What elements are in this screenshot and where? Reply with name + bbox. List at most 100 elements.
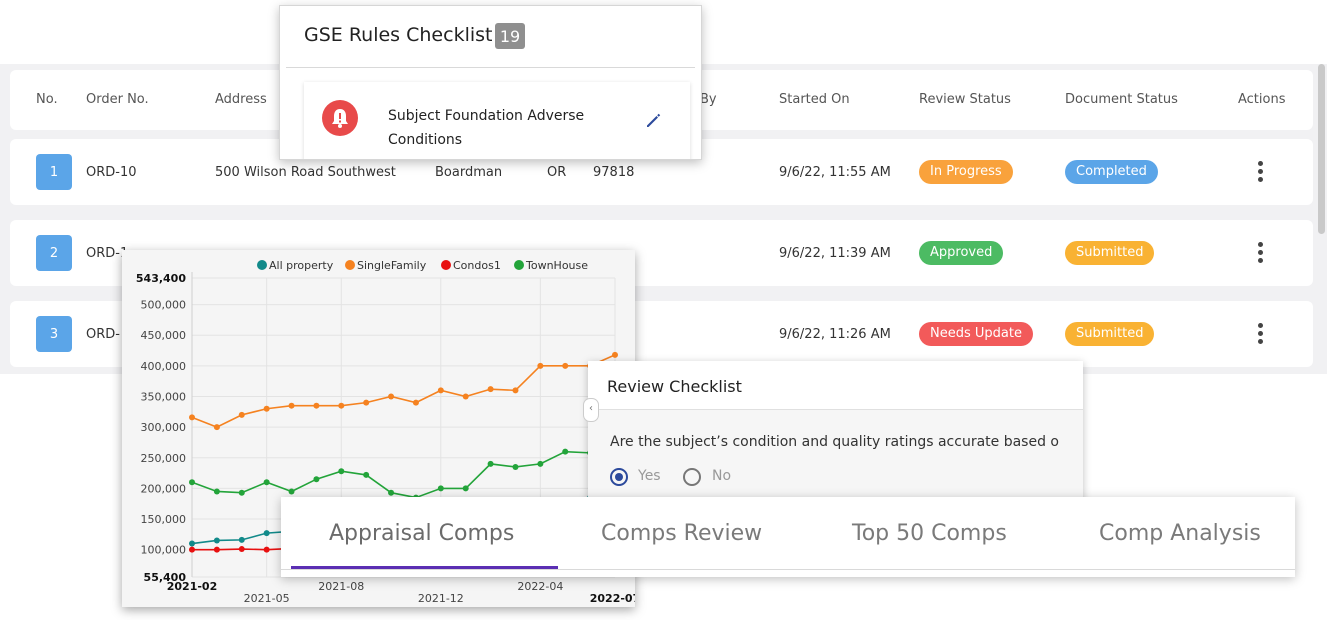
active-tab-indicator bbox=[291, 566, 558, 569]
data-point bbox=[189, 546, 195, 553]
header-order-no: Order No. bbox=[86, 92, 149, 107]
data-point bbox=[263, 546, 270, 553]
alert-bell-icon bbox=[322, 100, 358, 136]
data-point bbox=[562, 362, 569, 369]
collapse-chevron-icon[interactable]: ‹ bbox=[583, 398, 599, 422]
order-number[interactable]: ORD- bbox=[86, 327, 120, 342]
legend-marker bbox=[257, 260, 267, 270]
tab-comp-analysis[interactable]: Comp Analysis bbox=[1099, 521, 1261, 546]
header-started-on: Started On bbox=[779, 92, 850, 107]
row-actions-menu-icon[interactable] bbox=[1250, 321, 1270, 347]
data-point bbox=[363, 471, 370, 478]
data-point bbox=[388, 489, 395, 496]
data-point bbox=[189, 414, 195, 421]
document-status-badge: Completed bbox=[1065, 160, 1158, 184]
data-point bbox=[537, 460, 544, 467]
review-checklist-title: Review Checklist bbox=[607, 377, 742, 396]
data-point bbox=[213, 424, 220, 431]
order-number[interactable]: ORD-10 bbox=[86, 165, 137, 180]
header-address: Address bbox=[215, 92, 267, 107]
data-point bbox=[512, 387, 519, 394]
data-point bbox=[338, 402, 345, 409]
data-point bbox=[189, 540, 195, 547]
data-point bbox=[238, 536, 245, 543]
tab-top-50-comps[interactable]: Top 50 Comps bbox=[852, 521, 1007, 546]
started-on: 9/6/22, 11:26 AM bbox=[779, 327, 891, 342]
tab-comps-review[interactable]: Comps Review bbox=[601, 521, 762, 546]
data-point bbox=[263, 479, 270, 486]
row-number-badge: 1 bbox=[36, 154, 72, 190]
radio-no-label[interactable]: No bbox=[712, 468, 731, 484]
y-tick-label: 250,000 bbox=[141, 452, 187, 465]
data-point bbox=[487, 386, 494, 393]
document-status-badge: Submitted bbox=[1065, 241, 1155, 265]
gse-rules-checklist-panel: GSE Rules Checklist 19 Subject Foundatio… bbox=[279, 5, 702, 160]
review-status-badge: In Progress bbox=[919, 160, 1013, 184]
legend-label: Condos1 bbox=[453, 259, 501, 272]
x-tick-label: 2021-08 bbox=[318, 580, 364, 593]
data-point bbox=[412, 399, 419, 406]
y-tick-label: 500,000 bbox=[141, 299, 187, 312]
legend-marker bbox=[345, 260, 355, 270]
legend-marker bbox=[441, 260, 451, 270]
data-point bbox=[263, 530, 270, 537]
review-question-text: Are the subject’s condition and quality … bbox=[610, 434, 1059, 450]
gse-checklist-title: GSE Rules Checklist bbox=[304, 24, 493, 46]
data-point bbox=[437, 485, 444, 492]
started-on: 9/6/22, 11:55 AM bbox=[779, 165, 891, 180]
header-document-status: Document Status bbox=[1065, 92, 1178, 107]
review-status-badge: Needs Update bbox=[919, 322, 1033, 346]
review-checklist-header: Review Checklist bbox=[588, 361, 1083, 410]
x-tick-label: 2022-04 bbox=[517, 580, 563, 593]
data-point bbox=[612, 351, 618, 358]
data-point bbox=[288, 402, 295, 409]
y-tick-label: 543,400 bbox=[136, 272, 186, 285]
data-point bbox=[462, 485, 469, 492]
header-actions: Actions bbox=[1238, 92, 1286, 107]
y-tick-label: 350,000 bbox=[141, 390, 187, 403]
x-tick-label: 2022-07 bbox=[590, 592, 635, 605]
data-point bbox=[213, 537, 220, 544]
header-no: No. bbox=[36, 92, 58, 107]
x-tick-label: 2021-12 bbox=[418, 592, 464, 605]
data-point bbox=[537, 362, 544, 369]
zip: 97818 bbox=[593, 165, 635, 180]
radio-yes-label[interactable]: Yes bbox=[638, 468, 661, 484]
legend-label: All property bbox=[269, 259, 334, 272]
divider bbox=[286, 67, 695, 68]
data-point bbox=[388, 393, 395, 400]
city: Boardman bbox=[435, 165, 503, 180]
x-tick-label: 2021-02 bbox=[167, 580, 218, 593]
row-actions-menu-icon[interactable] bbox=[1250, 159, 1270, 185]
y-tick-label: 200,000 bbox=[141, 482, 187, 495]
y-tick-label: 450,000 bbox=[141, 329, 187, 342]
data-point bbox=[238, 411, 245, 418]
pencil-icon[interactable] bbox=[644, 110, 664, 130]
header-review-status: Review Status bbox=[919, 92, 1011, 107]
data-point bbox=[512, 463, 519, 470]
table-scrollbar-thumb[interactable] bbox=[1318, 64, 1325, 234]
x-tick-label: 2021-05 bbox=[244, 592, 290, 605]
y-tick-label: 400,000 bbox=[141, 360, 187, 373]
document-status-badge: Submitted bbox=[1065, 322, 1155, 346]
radio-no[interactable] bbox=[683, 468, 701, 486]
data-point bbox=[238, 546, 245, 553]
data-point bbox=[213, 488, 220, 495]
review-status-badge: Approved bbox=[919, 241, 1004, 265]
data-point bbox=[189, 479, 195, 486]
data-point bbox=[437, 387, 444, 394]
data-point bbox=[363, 399, 370, 406]
gse-checklist-item[interactable]: Subject Foundation Adverse Conditions bbox=[304, 82, 690, 159]
started-on: 9/6/22, 11:39 AM bbox=[779, 246, 891, 261]
data-point bbox=[338, 468, 345, 475]
data-point bbox=[238, 489, 245, 496]
y-tick-label: 300,000 bbox=[141, 421, 187, 434]
tab-appraisal-comps[interactable]: Appraisal Comps bbox=[329, 521, 514, 546]
gse-checklist-count-badge: 19 bbox=[495, 23, 525, 49]
data-point bbox=[263, 405, 270, 412]
radio-yes[interactable] bbox=[610, 468, 628, 486]
comps-tab-bar: Appraisal Comps Comps Review Top 50 Comp… bbox=[281, 497, 1295, 577]
legend-label: TownHouse bbox=[525, 259, 588, 272]
row-actions-menu-icon[interactable] bbox=[1250, 240, 1270, 266]
data-point bbox=[213, 546, 220, 553]
